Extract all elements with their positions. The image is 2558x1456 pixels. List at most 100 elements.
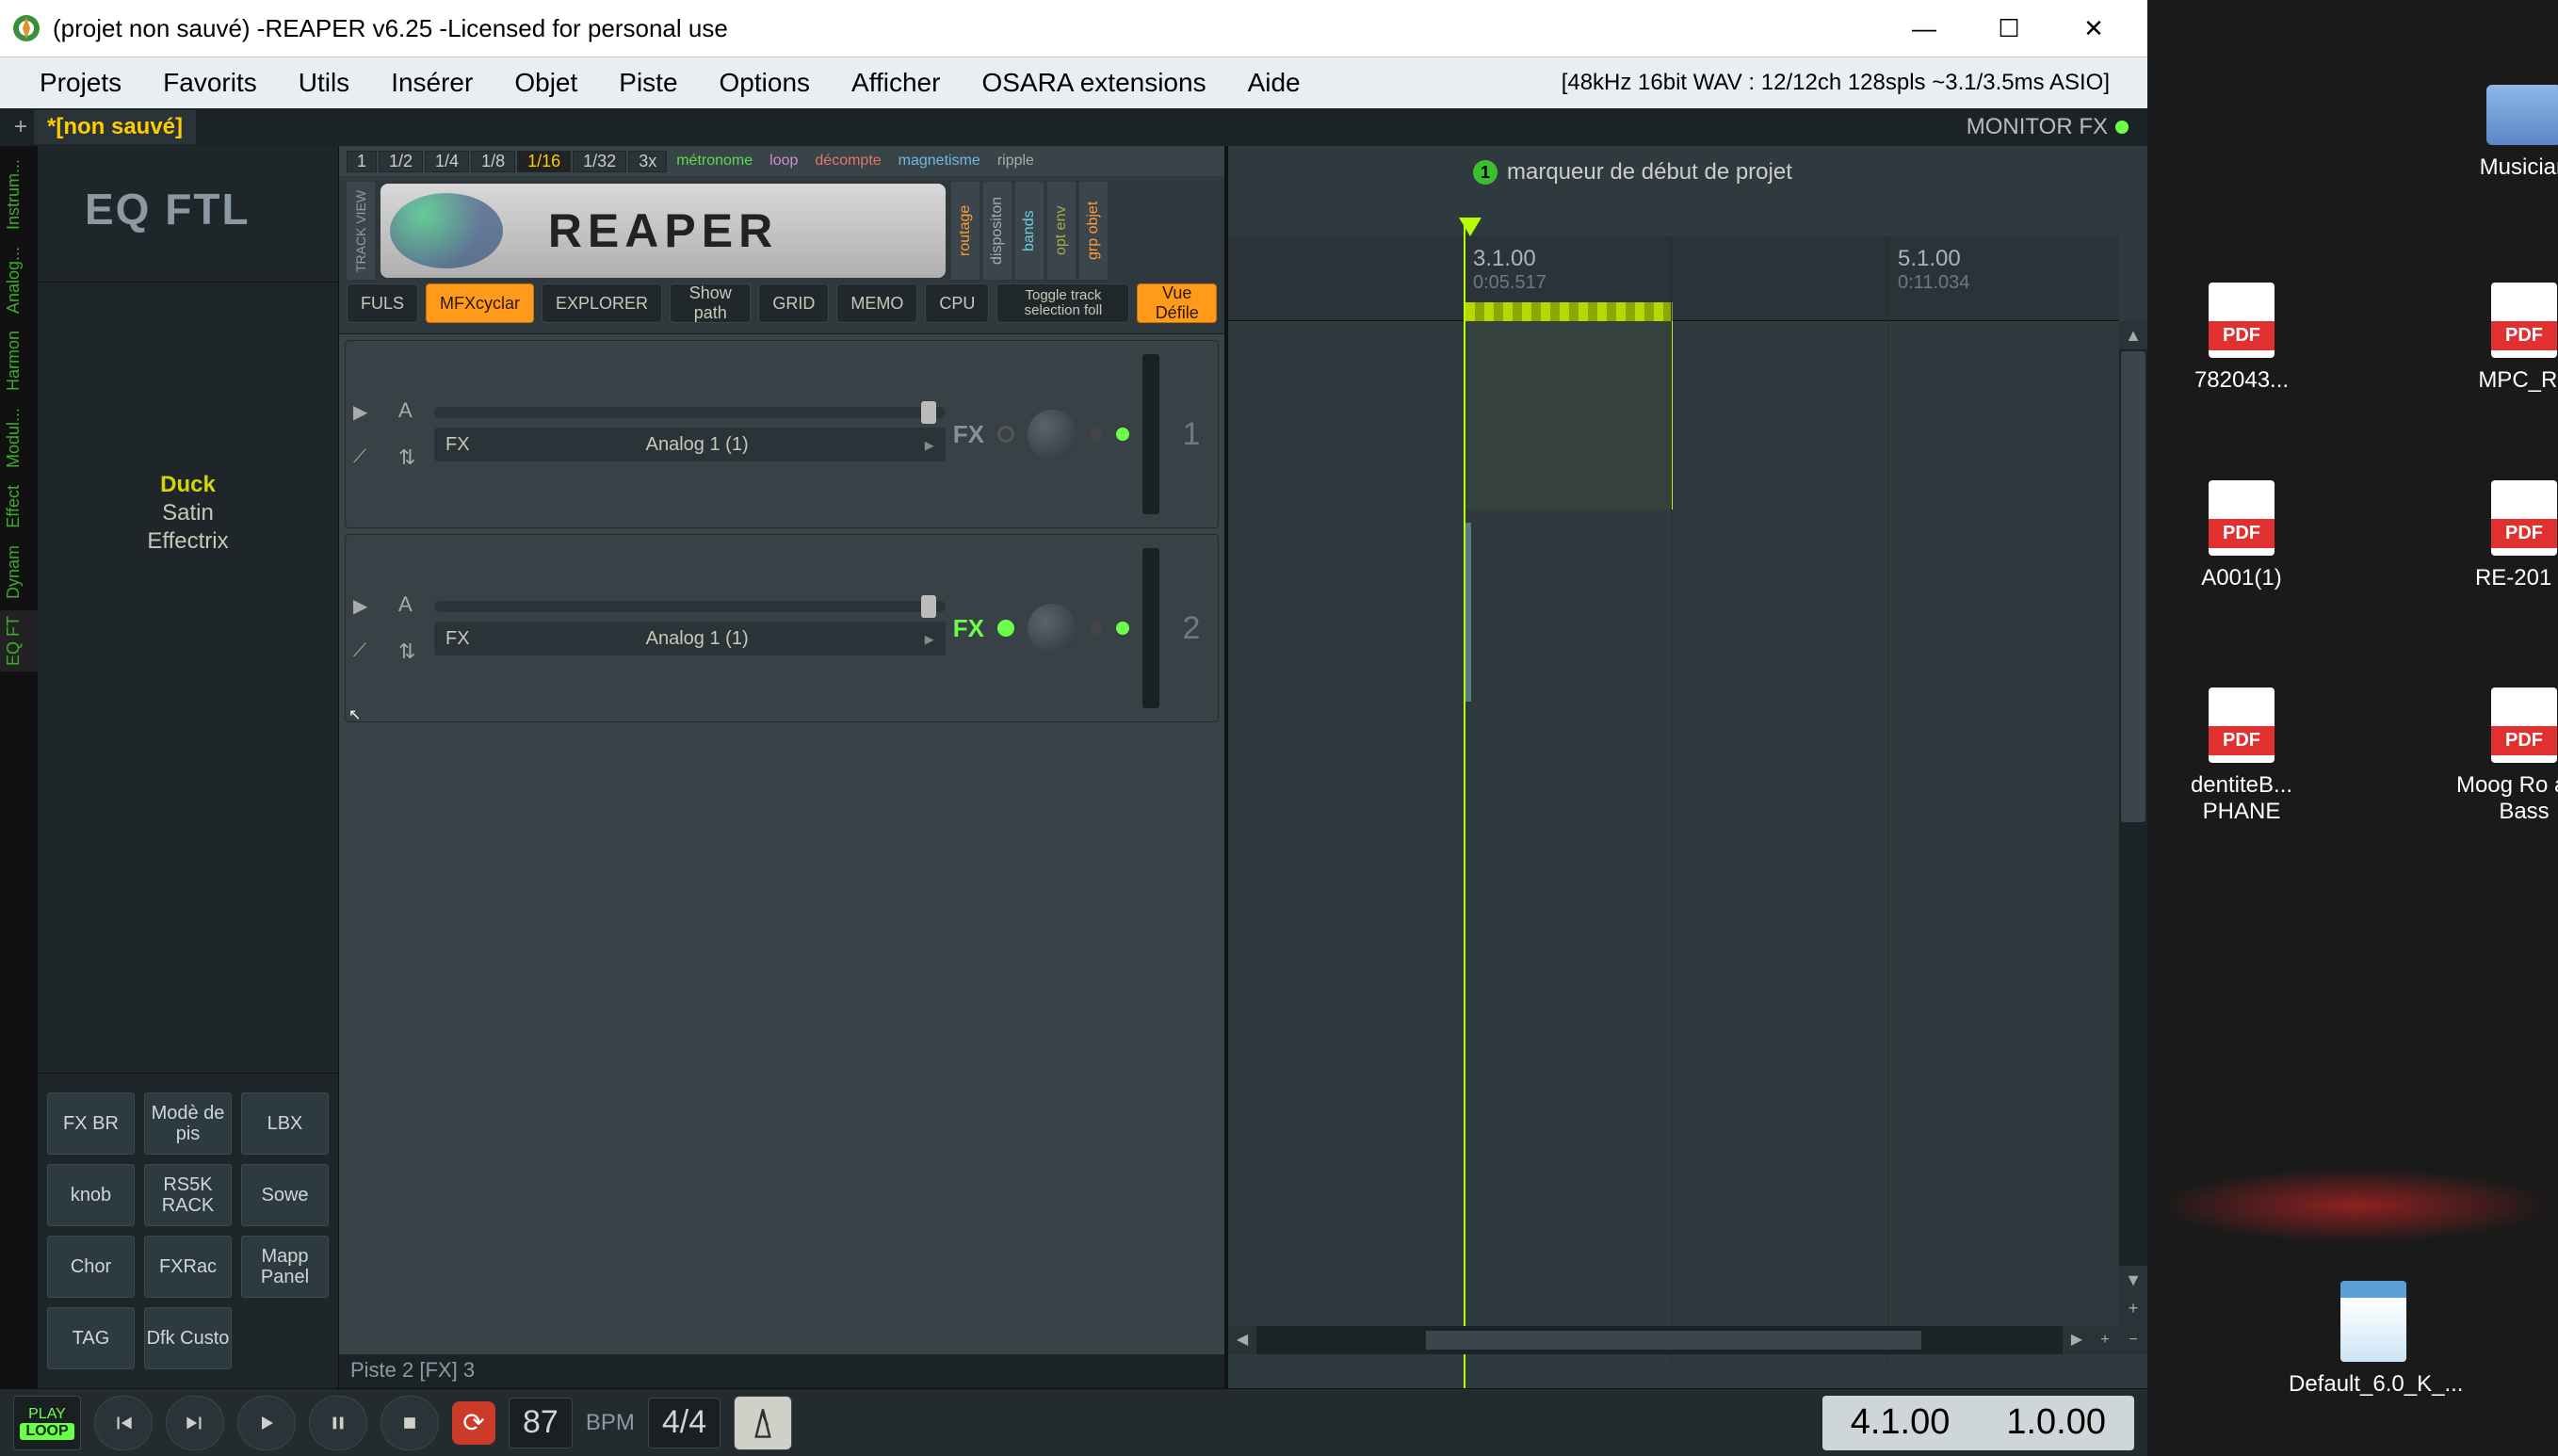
horizontal-scrollbar[interactable]: ◀ ▶ + −: [1228, 1326, 2147, 1354]
hscroll-thumb[interactable]: [1426, 1331, 1921, 1350]
fx-slot[interactable]: FXAnalog 1 (1)▸: [434, 622, 946, 655]
fx-bypass-led[interactable]: [997, 426, 1014, 443]
toolbar-button[interactable]: FULS: [347, 283, 418, 323]
project-tab-active[interactable]: *[non sauvé]: [34, 110, 196, 144]
desktop-icon[interactable]: dentiteB... PHANE: [2157, 688, 2326, 825]
scroll-right-icon[interactable]: ▶: [2063, 1326, 2091, 1354]
fx-button[interactable]: FX: [953, 614, 984, 643]
toolbar-tag[interactable]: métronome: [669, 151, 760, 171]
go-to-start-button[interactable]: [94, 1396, 153, 1450]
go-to-end-button[interactable]: [166, 1396, 224, 1450]
maximize-button[interactable]: ☐: [1967, 5, 2051, 52]
panel-button[interactable]: Chor: [47, 1236, 135, 1298]
toolbar-button[interactable]: MEMO: [836, 283, 917, 323]
track-play-icon[interactable]: ▶: [353, 400, 391, 424]
play-button[interactable]: [237, 1396, 296, 1450]
record-arm-led[interactable]: [1090, 428, 1103, 441]
scroll-up-icon[interactable]: ▲: [2119, 321, 2147, 349]
fx-slot[interactable]: FXAnalog 1 (1)▸: [434, 428, 946, 461]
desktop-icon[interactable]: 782043...: [2157, 283, 2326, 394]
track-phase-icon[interactable]: ⇅: [398, 445, 427, 470]
panel-button[interactable]: FX BR: [47, 1092, 135, 1155]
bpm-field[interactable]: 87: [509, 1398, 573, 1448]
menu-options[interactable]: Options: [699, 57, 832, 108]
fx-button[interactable]: FX: [953, 420, 984, 449]
monitor-led[interactable]: [1116, 622, 1129, 635]
desktop-icon[interactable]: Default_6.0_K_...: [2289, 1281, 2458, 1398]
menu-aide[interactable]: Aide: [1227, 57, 1321, 108]
grid-snap-button[interactable]: 1/2: [379, 151, 423, 172]
side-tab[interactable]: Dynam: [0, 540, 38, 605]
pan-knob[interactable]: [1028, 410, 1077, 459]
toolbar-button[interactable]: Show path: [670, 283, 751, 323]
vertical-toolbar-tab[interactable]: bands: [1015, 182, 1044, 280]
project-start-marker[interactable]: 1 marqueur de début de projet: [1473, 159, 1792, 186]
desktop-icon[interactable]: MPC_Ro: [2439, 283, 2558, 394]
scroll-left-icon[interactable]: ◀: [1228, 1326, 1256, 1354]
side-tab[interactable]: Modul...: [0, 402, 38, 474]
add-tab-button[interactable]: +: [8, 114, 34, 140]
vertical-toolbar-tab[interactable]: grp objet: [1079, 182, 1108, 280]
monitor-fx-button[interactable]: MONITOR FX: [1967, 114, 2147, 140]
grid-snap-button[interactable]: 1/8: [471, 151, 515, 172]
panel-button[interactable]: FXRac: [144, 1236, 232, 1298]
side-tab[interactable]: Analog...: [0, 241, 38, 319]
grid-snap-button[interactable]: 1/16: [517, 151, 571, 172]
menu-utils[interactable]: Utils: [278, 57, 370, 108]
track-control[interactable]: ▶⟋A⇅FXAnalog 1 (1)▸FX2: [345, 534, 1219, 722]
loop-selection[interactable]: [1465, 302, 1673, 321]
record-arm-led[interactable]: [1090, 622, 1103, 635]
track-envelope-icon[interactable]: ⟋: [353, 446, 391, 468]
vertical-toolbar-tab[interactable]: dispositon: [983, 182, 1012, 280]
side-tab[interactable]: EQ FT: [0, 610, 38, 671]
menu-projets[interactable]: Projets: [19, 57, 142, 108]
side-tab[interactable]: Harmon: [0, 325, 38, 396]
panel-button[interactable]: Sowe: [241, 1164, 329, 1226]
toolbar-button[interactable]: Vue Défile: [1137, 283, 1217, 323]
vscroll-thumb[interactable]: [2121, 351, 2145, 822]
fx-list-item[interactable]: Effectrix: [147, 527, 228, 556]
desktop-icon[interactable]: A001(1): [2157, 480, 2326, 591]
toolbar-tag[interactable]: décompte: [807, 151, 888, 171]
track-phase-icon[interactable]: ⇅: [398, 639, 427, 664]
timesig-field[interactable]: 4/4: [648, 1398, 720, 1448]
pause-button[interactable]: [309, 1396, 367, 1450]
volume-slider[interactable]: [434, 601, 946, 612]
fx-list-item[interactable]: Duck: [160, 471, 216, 499]
vertical-scrollbar[interactable]: ▲ ▼ + −: [2119, 321, 2147, 1351]
panel-button[interactable]: Modè de pis: [144, 1092, 232, 1155]
panel-button[interactable]: TAG: [47, 1307, 135, 1369]
time-display[interactable]: 4.1.00 1.0.00: [1822, 1396, 2134, 1450]
menu-favorits[interactable]: Favorits: [142, 57, 278, 108]
close-button[interactable]: ✕: [2051, 5, 2136, 52]
timeline-ruler[interactable]: 3.1.00 0:05.517 5.1.00 0:11.034: [1228, 236, 2119, 321]
track-control[interactable]: ▶⟋A⇅FXAnalog 1 (1)▸FX1: [345, 340, 1219, 528]
grid-snap-button[interactable]: 1/32: [573, 151, 626, 172]
vertical-toolbar-tab[interactable]: opt env: [1047, 182, 1076, 280]
desktop-icon[interactable]: RE-201 S: [2439, 480, 2558, 591]
vertical-toolbar-tab[interactable]: routage: [951, 182, 979, 280]
panel-button[interactable]: LBX: [241, 1092, 329, 1155]
grid-snap-button[interactable]: 3x: [628, 151, 667, 172]
toolbar-button[interactable]: GRID: [758, 283, 829, 323]
panel-button[interactable]: knob: [47, 1164, 135, 1226]
scroll-down-icon[interactable]: ▼: [2119, 1266, 2147, 1294]
side-tab[interactable]: Effect: [0, 479, 38, 534]
desktop-icon[interactable]: Musician: [2439, 85, 2558, 181]
arrange-view[interactable]: 1 marqueur de début de projet 3.1.00 0:0…: [1224, 146, 2147, 1388]
play-cursor-marker[interactable]: [1459, 218, 1481, 236]
volume-slider[interactable]: [434, 407, 946, 418]
toolbar-button[interactable]: CPU: [925, 283, 989, 323]
track-automation-mode[interactable]: A: [398, 398, 427, 423]
zoom-out-h-button[interactable]: −: [2119, 1326, 2147, 1354]
grid-snap-button[interactable]: 1/4: [425, 151, 469, 172]
stop-button[interactable]: [380, 1396, 439, 1450]
track-play-icon[interactable]: ▶: [353, 594, 391, 618]
toolbar-tag[interactable]: loop: [762, 151, 805, 171]
menu-insérer[interactable]: Insérer: [370, 57, 494, 108]
panel-button[interactable]: Dfk Custo: [144, 1307, 232, 1369]
metronome-button[interactable]: [734, 1396, 792, 1450]
zoom-in-v-button[interactable]: +: [2119, 1294, 2147, 1322]
grid-snap-button[interactable]: 1: [347, 151, 377, 172]
panel-button[interactable]: Mapp Panel: [241, 1236, 329, 1298]
